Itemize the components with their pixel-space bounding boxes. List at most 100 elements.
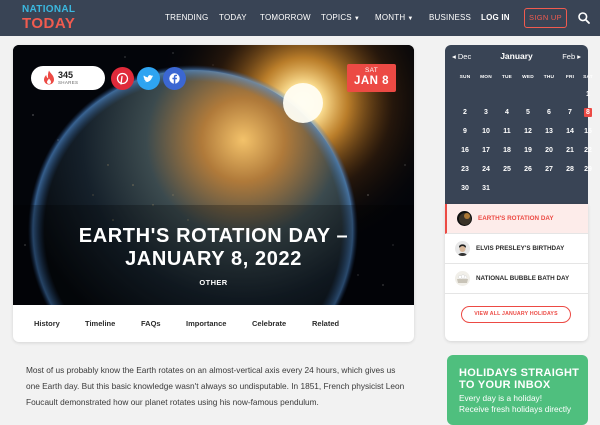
nav-business[interactable]: BUSINESS bbox=[429, 13, 471, 22]
calendar-weekday-tue: TUE bbox=[501, 75, 513, 80]
page-title-line-1: EARTH'S ROTATION DAY – bbox=[78, 225, 349, 247]
calendar-day-13[interactable]: 13 bbox=[539, 128, 559, 135]
calendar-day-29[interactable]: 29 bbox=[578, 166, 598, 173]
facebook-share-button[interactable] bbox=[163, 67, 186, 90]
tab-faqs[interactable]: FAQs bbox=[141, 319, 161, 328]
calendar-day-9[interactable]: 9 bbox=[455, 128, 475, 135]
date-main: JAN 8 bbox=[353, 75, 390, 87]
signup-button[interactable]: SIGN UP bbox=[524, 8, 567, 28]
facebook-icon bbox=[169, 73, 180, 84]
category-label[interactable]: OTHER bbox=[13, 278, 414, 287]
site-logo[interactable]: NATIONAL TODAY bbox=[22, 5, 76, 32]
calendar-day-12[interactable]: 12 bbox=[518, 128, 538, 135]
chevron-down-icon: ▼ bbox=[407, 16, 414, 22]
calendar-widget: ◂ Dec January Feb ▸ SUN MON TUE WED THU FRI SA… bbox=[445, 45, 593, 204]
holiday-item-national-bubble-bath-day[interactable]: NATIONAL BUBBLE BATH DAY bbox=[445, 264, 588, 294]
calendar-day-21[interactable]: 21 bbox=[560, 147, 580, 154]
date-badge: SAT JAN 8 bbox=[347, 64, 396, 92]
search-icon[interactable] bbox=[577, 11, 591, 25]
page-title: EARTH'S ROTATION DAY – JANUARY 8, 2022 bbox=[13, 225, 414, 271]
calendar-day-25[interactable]: 25 bbox=[497, 166, 517, 173]
calendar-day-20[interactable]: 20 bbox=[539, 147, 559, 154]
share-label: SHARES bbox=[58, 80, 79, 85]
calendar-weekday-sat: SAT bbox=[583, 75, 593, 80]
holiday-hero-card: 345 SHARES SAT JAN 8 EARTH'S ROTATION DA… bbox=[13, 45, 414, 342]
calendar-day-26[interactable]: 26 bbox=[518, 166, 538, 173]
hero-image: 345 SHARES SAT JAN 8 EARTH'S ROTATION DA… bbox=[13, 45, 414, 305]
calendar-day-10[interactable]: 10 bbox=[476, 128, 496, 135]
calendar-next-month[interactable]: Feb ▸ bbox=[562, 52, 581, 61]
calendar-day-11[interactable]: 11 bbox=[497, 128, 517, 135]
tab-importance[interactable]: Importance bbox=[186, 319, 226, 328]
calendar-day-15[interactable]: 15 bbox=[578, 128, 598, 135]
page-title-line-2: JANUARY 8, 2022 bbox=[125, 248, 302, 270]
nav-tomorrow[interactable]: TOMORROW bbox=[260, 13, 311, 22]
calendar-day-19[interactable]: 19 bbox=[518, 147, 538, 154]
share-count-pill: 345 SHARES bbox=[31, 66, 105, 90]
twitter-share-button[interactable] bbox=[137, 67, 160, 90]
promo-title-line-1: HOLIDAYS STRAIGHT bbox=[459, 367, 580, 379]
calendar-day-3[interactable]: 3 bbox=[476, 109, 496, 116]
promo-title-line-2: TO YOUR INBOX bbox=[459, 379, 551, 391]
article-paragraph: Most of us probably know the Earth rotat… bbox=[26, 365, 405, 407]
bathtub-icon bbox=[455, 271, 470, 286]
nav-topics[interactable]: TOPICS ▼ bbox=[321, 13, 360, 22]
newsletter-promo: HOLIDAYS STRAIGHT TO YOUR INBOX Every da… bbox=[447, 355, 588, 425]
chevron-down-icon: ▼ bbox=[353, 16, 360, 22]
holiday-list: EARTH'S ROTATION DAY ELVIS PRESLEY'S BIR… bbox=[445, 204, 588, 341]
top-navigation-bar: NATIONAL TODAY TRENDING TODAY TOMORROW T… bbox=[0, 0, 600, 36]
calendar-weekday-sun: SUN bbox=[459, 75, 471, 80]
section-tabs: History Timeline FAQs Importance Celebra… bbox=[13, 305, 414, 342]
holiday-item-label: EARTH'S ROTATION DAY bbox=[478, 215, 554, 222]
promo-subtitle-line-2: Receive fresh holidays directly bbox=[459, 404, 572, 414]
calendar-day-8[interactable]: 8 bbox=[578, 109, 598, 116]
pinterest-share-button[interactable] bbox=[111, 67, 134, 90]
tab-history[interactable]: History bbox=[34, 319, 60, 328]
holiday-item-label: ELVIS PRESLEY'S BIRTHDAY bbox=[476, 245, 565, 252]
fire-icon bbox=[44, 70, 54, 85]
holiday-item-earths-rotation-day[interactable]: EARTH'S ROTATION DAY bbox=[445, 204, 588, 234]
promo-title: HOLIDAYS STRAIGHT TO YOUR INBOX bbox=[459, 367, 579, 391]
calendar-day-7[interactable]: 7 bbox=[560, 109, 580, 116]
holiday-item-elvis-presleys-birthday[interactable]: ELVIS PRESLEY'S BIRTHDAY bbox=[445, 234, 588, 264]
chevron-right-icon: ▸ bbox=[577, 52, 581, 61]
calendar-day-4[interactable]: 4 bbox=[497, 109, 517, 116]
calendar-day-5[interactable]: 5 bbox=[518, 109, 538, 116]
calendar-weekday-thu: THU bbox=[543, 75, 555, 80]
nav-month[interactable]: MONTH ▼ bbox=[375, 13, 413, 22]
pinterest-icon bbox=[116, 72, 129, 85]
nav-month-label: MONTH bbox=[375, 13, 406, 22]
logo-line-2: TODAY bbox=[22, 15, 76, 32]
tab-timeline[interactable]: Timeline bbox=[85, 319, 115, 328]
earth-icon bbox=[457, 211, 472, 226]
nav-today[interactable]: TODAY bbox=[219, 13, 247, 22]
date-weekday: SAT bbox=[364, 67, 379, 74]
calendar-day-22[interactable]: 22 bbox=[578, 147, 598, 154]
holiday-item-label: NATIONAL BUBBLE BATH DAY bbox=[476, 275, 570, 282]
nav-trending[interactable]: TRENDING bbox=[165, 13, 208, 22]
login-link[interactable]: LOG IN bbox=[481, 13, 510, 22]
calendar-day-24[interactable]: 24 bbox=[476, 166, 496, 173]
calendar-day-17[interactable]: 17 bbox=[476, 147, 496, 154]
calendar-day-31[interactable]: 31 bbox=[476, 185, 496, 192]
calendar-weekday-mon: MON bbox=[480, 75, 492, 80]
calendar-day-6[interactable]: 6 bbox=[539, 109, 559, 116]
calendar-next-label: Feb bbox=[562, 52, 576, 61]
calendar-day-18[interactable]: 18 bbox=[497, 147, 517, 154]
calendar-day-16[interactable]: 16 bbox=[455, 147, 475, 154]
calendar-day-23[interactable]: 23 bbox=[455, 166, 475, 173]
calendar-day-2[interactable]: 2 bbox=[455, 109, 475, 116]
share-count: 345 bbox=[58, 70, 74, 80]
calendar-day-28[interactable]: 28 bbox=[560, 166, 580, 173]
twitter-icon bbox=[143, 75, 154, 83]
tab-celebrate[interactable]: Celebrate bbox=[252, 319, 286, 328]
calendar-weekday-wed: WED bbox=[522, 75, 534, 80]
calendar-day-1[interactable]: 1 bbox=[578, 91, 598, 98]
tab-related[interactable]: Related bbox=[312, 319, 339, 328]
calendar-day-27[interactable]: 27 bbox=[539, 166, 559, 173]
view-all-holidays-button[interactable]: VIEW ALL JANUARY HOLIDAYS bbox=[461, 306, 571, 323]
calendar-day-14[interactable]: 14 bbox=[560, 128, 580, 135]
promo-subtitle-line-1: Every day is a holiday! bbox=[459, 393, 543, 403]
nav-topics-label: TOPICS bbox=[321, 13, 352, 22]
calendar-day-30[interactable]: 30 bbox=[455, 185, 475, 192]
